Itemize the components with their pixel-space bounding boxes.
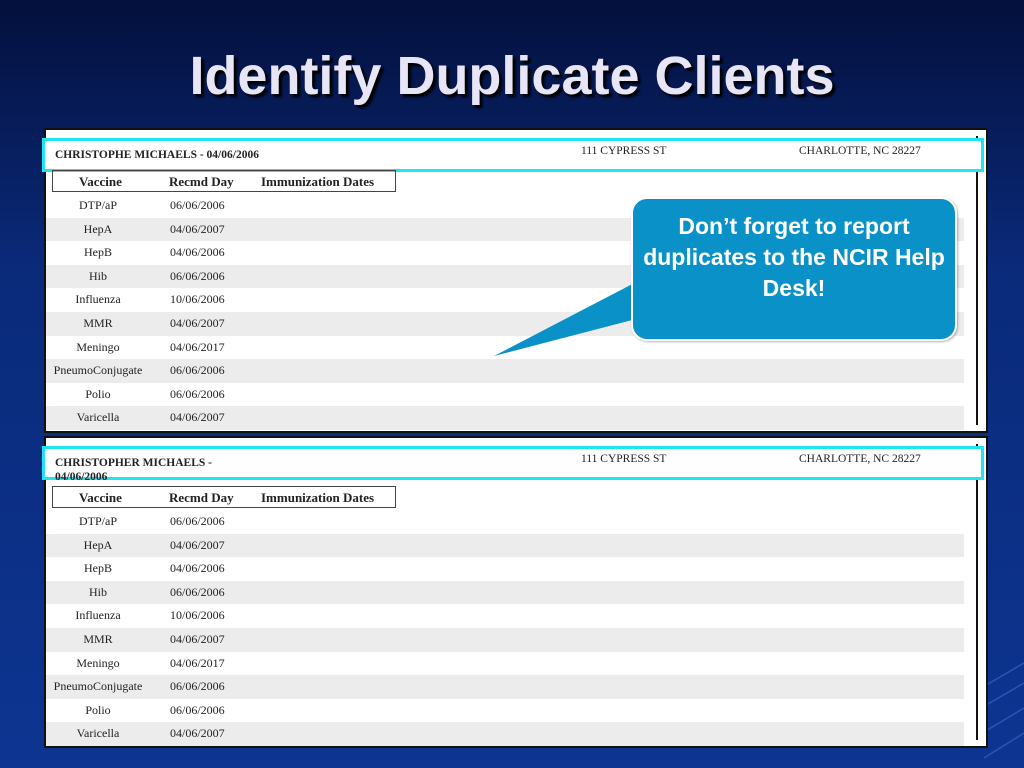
vaccine-name: Varicella: [76, 726, 120, 741]
immunization-dates-column-header: Immunization Dates: [261, 174, 375, 189]
client-address: 111 CYPRESS ST: [581, 145, 667, 157]
vaccine-name: DTP/aP: [78, 198, 117, 212]
recmd-day: 06/06/2006: [170, 679, 225, 694]
table-row: DTP/aP 06/06/2006: [46, 510, 964, 534]
recmd-day: 04/06/2006: [170, 245, 225, 260]
table-row: HepA 04/06/2007: [46, 533, 964, 558]
recmd-day-column-header: Recmd Day: [169, 490, 234, 505]
recmd-day: 04/06/2007: [170, 537, 225, 552]
recmd-day: 04/06/2007: [170, 221, 225, 236]
client-name: CHRISTOPHER MICHAELS - 04/06/2006: [55, 457, 212, 483]
immunization-dates-column-header: Immunization Dates: [261, 490, 375, 505]
vaccine-name: Polio: [85, 702, 111, 717]
divider: [976, 136, 978, 425]
table-row: Influenza 10/06/2006: [46, 604, 964, 628]
recmd-day: 04/06/2017: [170, 655, 225, 670]
recmd-day-column-header: Recmd Day: [169, 174, 234, 189]
table-row: Meningo 04/06/2017: [46, 652, 964, 676]
client-record-panel-2: CHRISTOPHER MICHAELS - 04/06/2006 111 CY…: [42, 436, 988, 748]
vaccine-column-header: Vaccine: [79, 174, 122, 189]
vaccine-name: HepA: [83, 537, 113, 552]
recmd-day: 06/06/2006: [170, 363, 225, 378]
callout-text: Don’t forget to report duplicates to the…: [643, 213, 945, 301]
recmd-day: 04/06/2007: [170, 631, 225, 646]
recmd-day: 04/06/2017: [170, 339, 225, 354]
vaccine-table: DTP/aP 06/06/2006 HepA 04/06/2007 HepB 04/06/…: [46, 510, 964, 746]
slide-title: Identify Duplicate Clients: [189, 46, 835, 106]
recmd-day: 04/06/2007: [170, 410, 225, 425]
table-row: Polio 06/06/2006: [46, 383, 964, 407]
vaccine-name: Influenza: [75, 292, 121, 307]
vaccine-name: Meningo: [76, 655, 120, 670]
recmd-day: 10/06/2006: [170, 608, 225, 623]
vaccine-name: PneumoConjugate: [53, 363, 143, 378]
recmd-day: 06/06/2006: [170, 386, 225, 401]
vaccine-name: Hib: [89, 584, 107, 599]
client-header-highlight: CHRISTOPHE MICHAELS - 04/06/2006 111 CYP…: [42, 138, 984, 172]
recmd-day: 04/06/2007: [170, 726, 225, 741]
recmd-day: 06/06/2006: [170, 702, 225, 717]
vaccine-name: HepA: [83, 221, 113, 236]
vaccine-name: MMR: [83, 315, 113, 330]
vaccine-name: PneumoConjugate: [53, 679, 143, 694]
recmd-day: 06/06/2006: [170, 268, 225, 283]
vaccine-name: Polio: [85, 386, 111, 401]
recmd-day: 06/06/2006: [170, 584, 225, 599]
table-row: Polio 06/06/2006: [46, 699, 964, 723]
vaccine-column-header: Vaccine: [79, 490, 122, 505]
table-row: Hib 06/06/2006: [46, 580, 964, 605]
client-name: CHRISTOPHE MICHAELS - 04/06/2006: [55, 149, 259, 161]
callout-bubble: Don’t forget to report duplicates to the…: [631, 197, 957, 341]
client-city: CHARLOTTE, NC 28227: [799, 453, 921, 465]
client-city: CHARLOTTE, NC 28227: [799, 145, 921, 157]
recmd-day: 04/06/2006: [170, 561, 225, 576]
vaccine-name: MMR: [83, 631, 113, 646]
client-header-highlight: CHRISTOPHER MICHAELS - 04/06/2006 111 CY…: [42, 446, 984, 483]
vaccine-name: Meningo: [76, 339, 120, 354]
table-header: Vaccine Recmd Day Immunization Dates: [52, 170, 396, 192]
table-header: Vaccine Recmd Day Immunization Dates: [52, 486, 396, 508]
vaccine-name: Varicella: [76, 410, 120, 425]
table-row: PneumoConjugate 06/06/2006: [46, 675, 964, 699]
recmd-day: 06/06/2006: [170, 198, 225, 212]
recmd-day: 10/06/2006: [170, 292, 225, 307]
divider: [976, 444, 978, 740]
vaccine-name: Hib: [89, 268, 107, 283]
table-row: Varicella 04/06/2007: [46, 406, 964, 430]
recmd-day: 04/06/2007: [170, 315, 225, 330]
client-address: 111 CYPRESS ST: [581, 453, 667, 465]
vaccine-name: HepB: [84, 561, 112, 576]
recmd-day: 06/06/2006: [170, 514, 225, 528]
vaccine-name: HepB: [84, 245, 112, 260]
table-row: Varicella 04/06/2007: [46, 722, 964, 746]
vaccine-name: Influenza: [75, 608, 121, 623]
vaccine-name: DTP/aP: [78, 514, 117, 528]
table-row: HepB 04/06/2006: [46, 557, 964, 581]
table-row: MMR 04/06/2007: [46, 627, 964, 652]
table-row: PneumoConjugate 06/06/2006: [46, 359, 964, 383]
